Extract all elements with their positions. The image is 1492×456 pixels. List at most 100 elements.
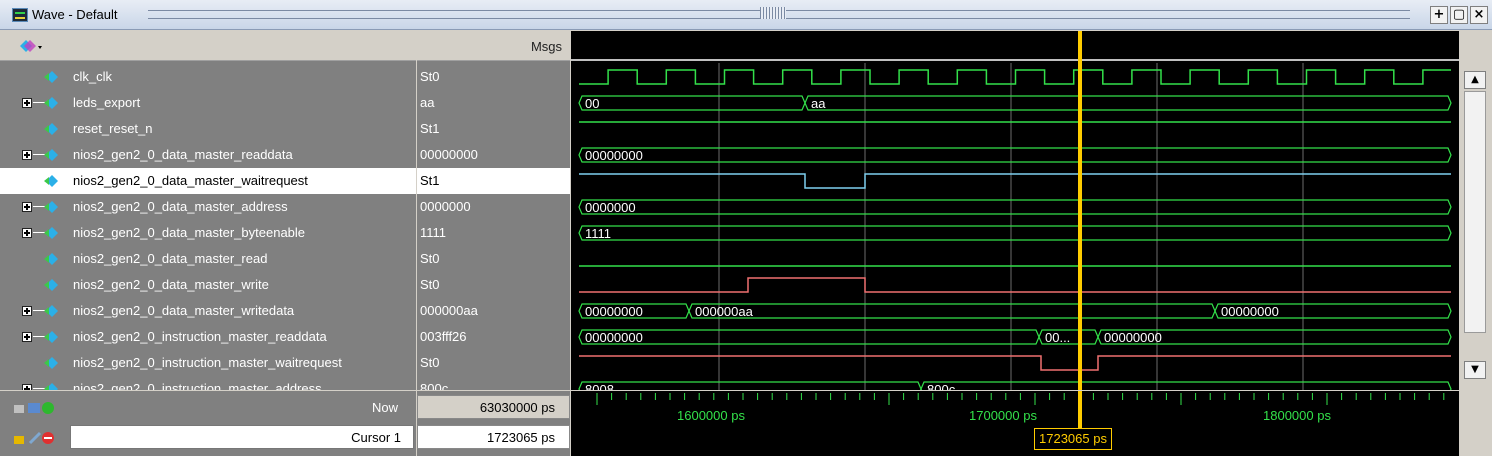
signal-row[interactable]: nios2_gen2_0_data_master_writedata	[0, 298, 416, 324]
plus-expander-icon[interactable]	[22, 306, 32, 316]
cursor-line-ruler[interactable]	[1078, 391, 1082, 428]
bus-value-label: 000000aa	[695, 304, 754, 319]
cursor-toolbar-icons[interactable]	[14, 431, 70, 445]
bus-value-label: 00000000	[585, 330, 643, 345]
signal-arrow-icon	[44, 71, 58, 83]
plus-expander-icon[interactable]	[22, 228, 32, 238]
bus-value-label: 00000000	[585, 148, 643, 163]
signal-arrow-icon	[44, 305, 58, 317]
now-label: Now	[371, 400, 398, 415]
value-row[interactable]: 1111	[417, 220, 570, 246]
signal-value: St0	[420, 355, 440, 370]
tick-label-1600000: 1600000 ps	[677, 408, 745, 423]
clk-wave	[579, 69, 1451, 85]
signal-row[interactable]: nios2_gen2_0_instruction_master_waitrequ…	[0, 350, 416, 376]
plus-expander-icon[interactable]	[22, 150, 32, 160]
timeline-ruler[interactable]: 1600000 ps 1700000 ps 1800000 ps 1723065…	[571, 391, 1459, 456]
signal-row[interactable]: nios2_gen2_0_data_master_waitrequest	[0, 168, 416, 194]
bus-value-label: 00000000	[1104, 330, 1162, 345]
signal-row[interactable]: nios2_gen2_0_data_master_readdata	[0, 142, 416, 168]
bus-segment	[804, 95, 1452, 111]
signal-name: nios2_gen2_0_instruction_master_waitrequ…	[73, 355, 342, 370]
plus-icon[interactable]: +	[1430, 6, 1448, 24]
signal-name: reset_reset_n	[73, 121, 153, 136]
value-row[interactable]: 0000000	[417, 194, 570, 220]
value-row[interactable]: aa	[417, 90, 570, 116]
status-name-area: Now Cursor 1	[0, 391, 416, 456]
bus-segment	[578, 329, 1040, 345]
signal-wave	[579, 277, 1451, 293]
signal-row[interactable]: reset_reset_n	[0, 116, 416, 142]
plus-expander-icon[interactable]	[22, 98, 32, 108]
signal-arrow-icon	[44, 123, 58, 135]
msgs-header: Msgs	[530, 39, 562, 54]
signal-name: nios2_gen2_0_data_master_write	[73, 277, 269, 292]
value-row[interactable]: 800c	[417, 376, 570, 390]
cursor-marker-label[interactable]: 1723065 ps	[1034, 428, 1112, 450]
value-row[interactable]: 000000aa	[417, 298, 570, 324]
signal-arrow-icon	[44, 357, 58, 369]
signal-row[interactable]: leds_export	[0, 90, 416, 116]
value-row[interactable]: St0	[417, 350, 570, 376]
window-title: Wave - Default	[32, 7, 118, 22]
value-row[interactable]: 00000000	[417, 142, 570, 168]
signal-row[interactable]: nios2_gen2_0_data_master_byteenable	[0, 220, 416, 246]
tick-label-1700000: 1700000 ps	[969, 408, 1037, 423]
titlebar-grip-handle[interactable]	[760, 7, 786, 19]
signal-value: St0	[420, 69, 440, 84]
plus-expander-icon[interactable]	[22, 202, 32, 212]
bus-segment	[920, 381, 1452, 390]
signal-arrow-icon	[44, 227, 58, 239]
signal-name: leds_export	[73, 95, 141, 110]
value-row[interactable]: St1	[417, 168, 570, 194]
scroll-down-icon[interactable]: ▼	[1464, 361, 1486, 379]
vertical-scrollbar[interactable]: ▲ ▼	[1460, 31, 1492, 456]
signal-wave	[579, 355, 1451, 371]
signal-row[interactable]: nios2_gen2_0_data_master_read	[0, 246, 416, 272]
value-row[interactable]: St0	[417, 246, 570, 272]
signal-row[interactable]: nios2_gen2_0_data_master_write	[0, 272, 416, 298]
waveform-canvas[interactable]: 00 aa000000000000000111100000000 000000aa 0…	[571, 31, 1459, 390]
value-row[interactable]: St0	[417, 272, 570, 298]
waveform-pane[interactable]: 00 aa 00000000 0000000 1111 00000000 000000aa 0…	[571, 31, 1459, 390]
plus-expander-icon[interactable]	[22, 332, 32, 342]
signal-value: 800c	[420, 381, 449, 390]
signal-row[interactable]: nios2_gen2_0_instruction_master_readdata	[0, 324, 416, 350]
wave-tools-icon[interactable]	[18, 38, 42, 54]
signal-name: nios2_gen2_0_instruction_master_address	[73, 381, 322, 390]
signal-row[interactable]: nios2_gen2_0_data_master_address	[0, 194, 416, 220]
signal-name-pane: clk_clk leds_export reset_reset_n nios2_gen…	[0, 31, 416, 390]
scroll-thumb[interactable]	[1464, 91, 1486, 333]
signal-arrow-icon	[44, 331, 58, 343]
signal-value: St0	[420, 251, 440, 266]
cursor-name-field[interactable]: Cursor 1	[70, 425, 414, 449]
signal-value: 1111	[420, 225, 447, 240]
cursor-value-field[interactable]: 1723065 ps	[417, 425, 570, 449]
wave-window-icon	[12, 8, 28, 22]
value-pane-header: Msgs	[417, 31, 570, 61]
signal-name: nios2_gen2_0_data_master_byteenable	[73, 225, 306, 240]
value-row[interactable]: 003fff26	[417, 324, 570, 350]
signal-row[interactable]: nios2_gen2_0_instruction_master_address	[0, 376, 416, 390]
scroll-up-icon[interactable]: ▲	[1464, 71, 1486, 89]
bus-segment	[578, 147, 1452, 163]
signal-arrow-icon	[44, 175, 58, 187]
signal-arrow-icon	[44, 383, 58, 390]
value-row[interactable]: St0	[417, 64, 570, 90]
close-icon[interactable]: ×	[1470, 6, 1488, 24]
signal-row[interactable]: clk_clk	[0, 64, 416, 90]
bus-segment	[578, 381, 922, 390]
signal-arrow-icon	[44, 149, 58, 161]
bus-value-label: 8008	[585, 382, 614, 390]
signal-value: St1	[420, 121, 440, 136]
now-toolbar-icons[interactable]	[14, 401, 70, 415]
cursor-value: 1723065 ps	[487, 430, 555, 445]
bus-value-label: aa	[811, 96, 826, 111]
value-row[interactable]: St1	[417, 116, 570, 142]
signal-name: nios2_gen2_0_data_master_address	[73, 199, 288, 214]
signal-arrow-icon	[44, 253, 58, 265]
bus-value-label: 00000000	[1221, 304, 1279, 319]
plus-expander-icon[interactable]	[22, 384, 32, 390]
undock-icon[interactable]: ▢	[1450, 6, 1468, 24]
now-value: 63030000 ps	[479, 400, 555, 415]
